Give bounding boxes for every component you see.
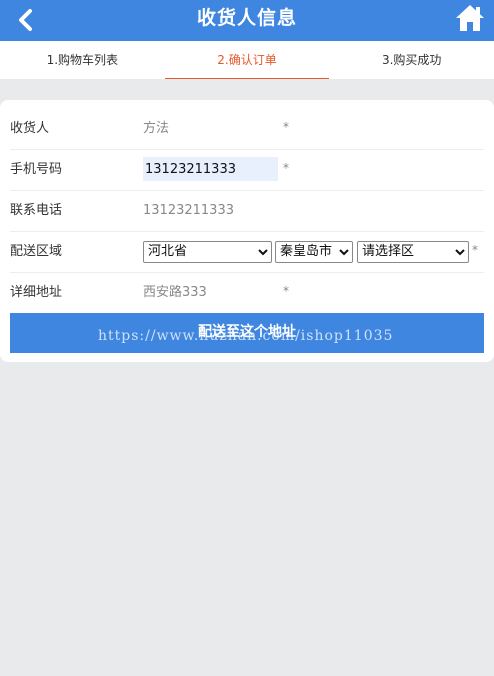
city-value: 秦皇岛市 — [280, 244, 333, 259]
page-title: 收货人信息 — [196, 7, 297, 29]
chevron-down-icon — [258, 249, 268, 256]
mobile-input[interactable] — [143, 157, 278, 181]
address-row: 详细地址 西安路333 * — [10, 272, 484, 313]
mobile-row: 手机号码 * — [10, 149, 484, 191]
region-label: 配送区域 — [10, 244, 63, 259]
district-value: 请选择区 — [362, 244, 415, 259]
watermark: https://www.huzhan.com/ishop11035 — [98, 328, 394, 344]
province-value: 河北省 — [148, 244, 188, 259]
home-button[interactable] — [455, 3, 485, 33]
step-cart-list[interactable]: 1.购物车列表 — [0, 41, 165, 79]
city-select[interactable]: 秦皇岛市 — [275, 241, 353, 263]
home-icon — [456, 5, 484, 31]
district-select[interactable]: 请选择区 — [357, 241, 469, 263]
required-mark: * — [472, 243, 478, 257]
required-mark: * — [283, 161, 289, 175]
required-mark: * — [283, 120, 289, 134]
step-confirm-order[interactable]: 2.确认订单 — [164, 41, 330, 79]
phone-label: 联系电话 — [10, 203, 63, 218]
region-row: 配送区域 河北省 秦皇岛市 请选择区 * — [10, 231, 484, 273]
chevron-down-icon — [455, 249, 465, 256]
consignee-form: 收货人 方法 * 手机号码 * 联系电话 13123211333 配送区域 河北… — [0, 100, 494, 362]
step-purchase-success[interactable]: 3.购买成功 — [329, 41, 494, 79]
province-select[interactable]: 河北省 — [143, 241, 272, 263]
address-field[interactable]: 西安路333 — [143, 272, 207, 313]
phone-row: 联系电话 13123211333 — [10, 190, 484, 232]
checkout-steps: 1.购物车列表 2.确认订单 3.购买成功 — [0, 41, 494, 79]
phone-field[interactable]: 13123211333 — [143, 190, 234, 231]
consignee-field[interactable]: 方法 — [143, 108, 169, 149]
address-label: 详细地址 — [10, 285, 63, 300]
top-bar: 收货人信息 — [0, 0, 494, 41]
chevron-down-icon — [339, 249, 349, 256]
mobile-label: 手机号码 — [10, 162, 63, 177]
consignee-row: 收货人 方法 * — [10, 108, 484, 150]
consignee-label: 收货人 — [10, 121, 50, 136]
required-mark: * — [283, 284, 289, 298]
